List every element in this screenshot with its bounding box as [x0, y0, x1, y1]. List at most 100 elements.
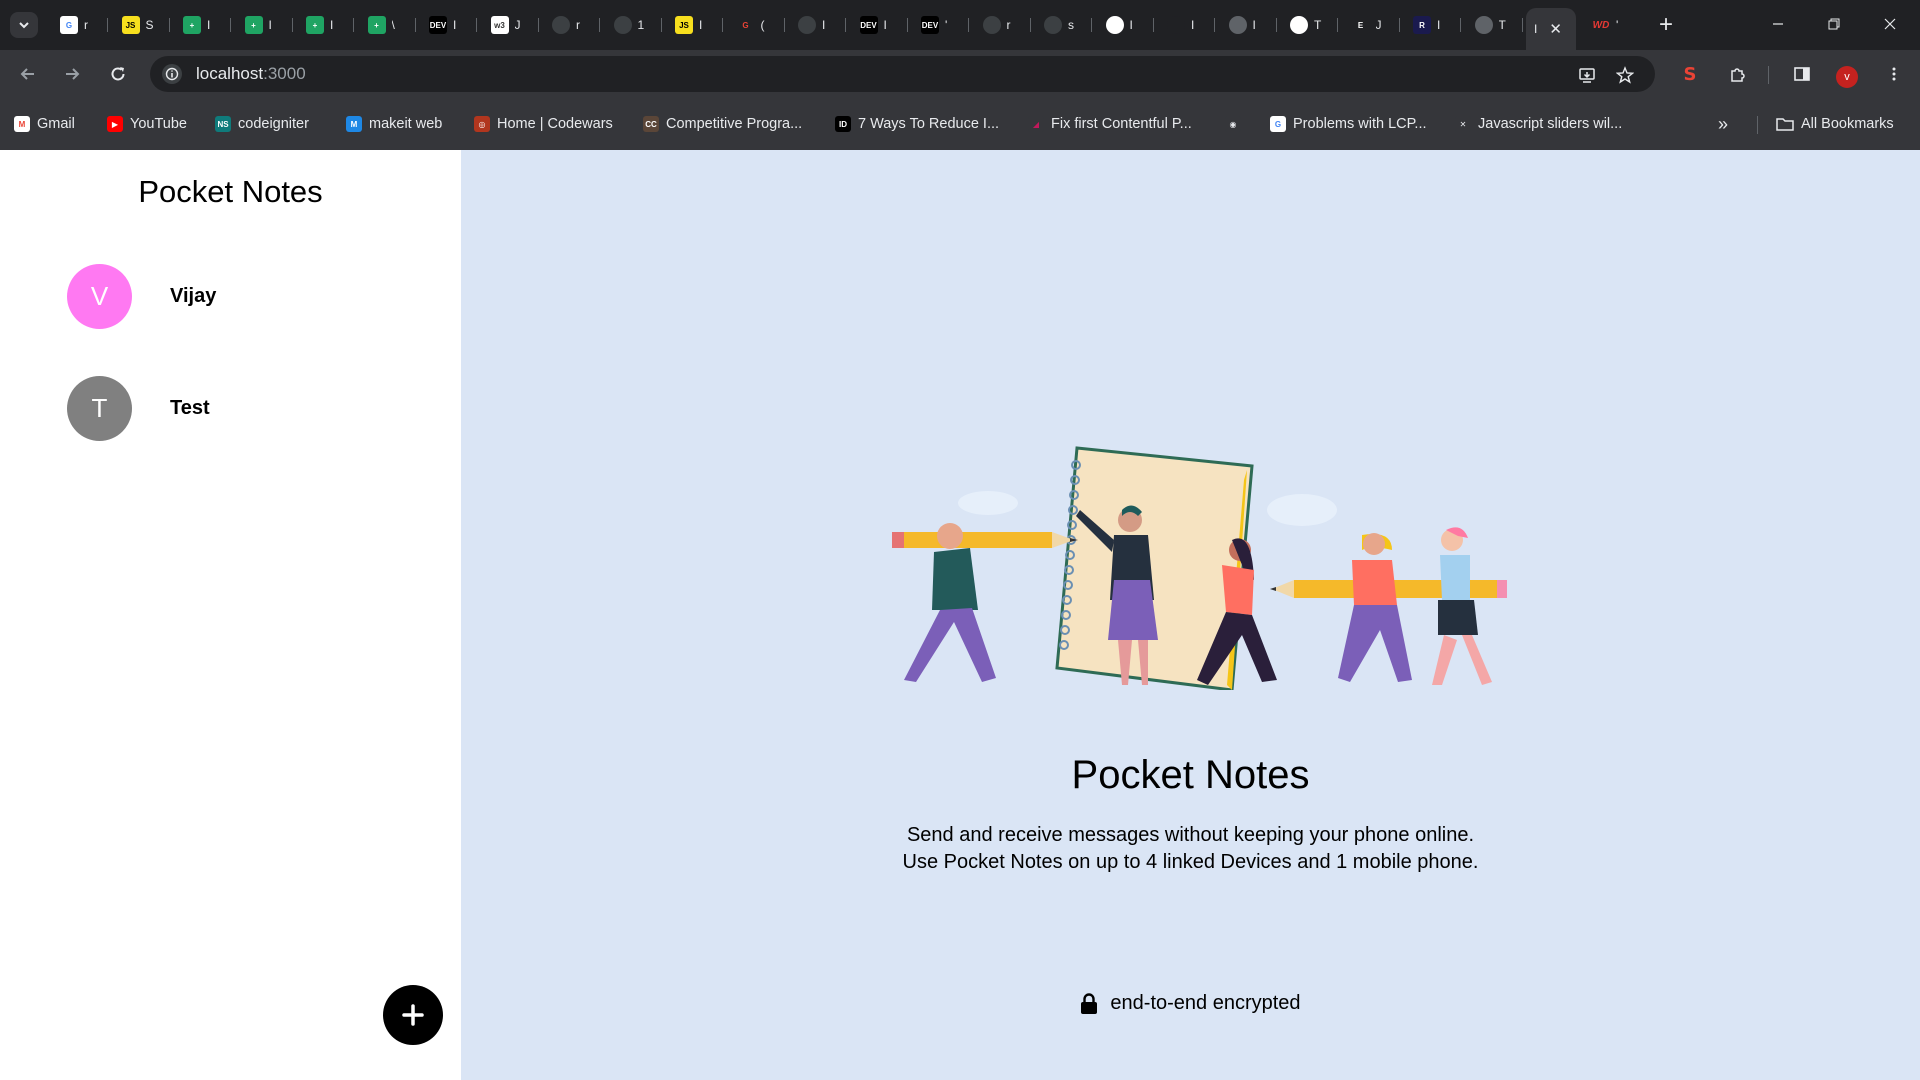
- tab-separator: [1152, 18, 1154, 32]
- tab-favicon-icon: [552, 16, 570, 34]
- tab-title: 1: [637, 18, 645, 32]
- tab-favicon-icon: [1044, 16, 1062, 34]
- close-window-button[interactable]: [1862, 0, 1918, 48]
- browser-tab[interactable]: + I: [237, 12, 293, 38]
- reload-button[interactable]: [104, 60, 132, 88]
- browser-tab[interactable]: + I: [298, 12, 354, 38]
- group-avatar: T: [67, 375, 132, 441]
- add-group-button[interactable]: [383, 985, 443, 1045]
- tab-favicon-icon: JS: [121, 16, 140, 34]
- bookmark-item[interactable]: ◉: [1225, 114, 1241, 134]
- browser-tab[interactable]: r: [975, 12, 1031, 38]
- address-bar[interactable]: localhost:3000: [150, 56, 1655, 92]
- site-info-icon[interactable]: [162, 64, 182, 84]
- tab-favicon-icon: [1105, 16, 1124, 34]
- tab-active[interactable]: I ✕: [1526, 8, 1576, 50]
- bookmark-item[interactable]: M Gmail: [14, 114, 75, 134]
- tab-separator: [414, 18, 416, 32]
- encryption-notice: end-to-end encrypted: [461, 992, 1920, 1015]
- tab-favicon-icon: [1290, 16, 1308, 34]
- browser-tab[interactable]: EJ: [1344, 12, 1400, 38]
- tab-title: s: [1068, 18, 1074, 32]
- youtube-icon: ▶: [107, 116, 123, 132]
- browser-tab[interactable]: I: [1159, 12, 1215, 38]
- all-bookmarks-button[interactable]: All Bookmarks: [1776, 114, 1894, 134]
- tab-title: J: [514, 18, 521, 32]
- speech-bubble-icon: [958, 491, 1018, 515]
- tab-title: T: [1314, 18, 1322, 32]
- extensions-button[interactable]: [1724, 60, 1752, 88]
- tab-title: r: [84, 18, 88, 32]
- group-item-test[interactable]: T Test: [67, 375, 210, 441]
- bookmark-star-icon[interactable]: [1614, 64, 1636, 86]
- arrow-right-icon: [66, 68, 80, 80]
- tab-separator: [1398, 18, 1400, 32]
- install-app-icon[interactable]: [1576, 64, 1598, 86]
- profile-avatar[interactable]: v: [1836, 66, 1858, 88]
- browser-tab[interactable]: + \: [360, 12, 416, 38]
- browser-tab[interactable]: DEV I: [421, 12, 477, 38]
- extension-s-button[interactable]: S: [1676, 60, 1704, 88]
- bookmark-item[interactable]: ◢ Fix first Contentful P...: [1028, 114, 1192, 134]
- tab-separator: [1460, 18, 1461, 32]
- url-text[interactable]: localhost:3000: [196, 64, 306, 84]
- group-name: Vijay: [170, 284, 217, 307]
- bookmark-item[interactable]: ▶ YouTube: [107, 114, 187, 134]
- arrow-left-icon: [20, 68, 34, 80]
- url-port: :3000: [263, 64, 306, 83]
- bookmarks-overflow-button[interactable]: »: [1718, 114, 1728, 135]
- browser-tab[interactable]: r: [544, 12, 600, 38]
- bookmark-item[interactable]: G Problems with LCP...: [1270, 114, 1427, 134]
- codeigniter-icon: NS: [215, 116, 231, 132]
- bookmark-item[interactable]: Mmakeit web: [346, 114, 442, 134]
- bookmark-item[interactable]: ✕ Javascript sliders wil...: [1455, 114, 1622, 134]
- tab-separator: [968, 18, 969, 32]
- xmark-circle-icon: ✕: [1455, 116, 1471, 132]
- tab-separator: [660, 18, 662, 32]
- browser-tab[interactable]: I: [1098, 12, 1154, 38]
- browser-tab[interactable]: 1: [606, 12, 662, 38]
- browser-tab[interactable]: w3 J: [483, 12, 539, 38]
- tab-search-button[interactable]: [10, 12, 38, 38]
- group-item-vijay[interactable]: V Vijay: [67, 263, 216, 329]
- browser-tab[interactable]: DEV ': [913, 12, 969, 38]
- forward-button[interactable]: [58, 60, 86, 88]
- side-panel-button[interactable]: [1788, 60, 1816, 88]
- new-tab-button[interactable]: +: [1652, 11, 1680, 38]
- restore-button[interactable]: [1806, 0, 1862, 48]
- back-button[interactable]: [14, 60, 42, 88]
- browser-tab[interactable]: T: [1467, 12, 1523, 38]
- browser-tab[interactable]: JS S: [114, 12, 170, 38]
- bookmark-item[interactable]: NS codeigniter: [215, 114, 309, 134]
- bookmark-label: Javascript sliders wil...: [1478, 116, 1623, 132]
- speech-bubble-icon: [1267, 494, 1337, 526]
- folder-icon: [1776, 118, 1794, 131]
- bookmark-item[interactable]: CC Competitive Progra...: [643, 114, 802, 134]
- more-vert-icon: [1892, 67, 1896, 81]
- bookmark-item[interactable]: ◎ Home | Codewars: [474, 114, 613, 134]
- tab-favicon-icon: [1474, 16, 1493, 34]
- tab-extra[interactable]: WD ': [1584, 12, 1640, 38]
- tab-favicon-icon: E: [1351, 16, 1370, 34]
- close-tab-icon[interactable]: ✕: [1549, 20, 1562, 38]
- browser-tab[interactable]: Gr: [52, 12, 108, 38]
- tab-separator: [1214, 18, 1215, 32]
- tab-separator: [599, 18, 600, 32]
- tab-separator: [291, 18, 293, 32]
- browser-tab[interactable]: G(: [729, 12, 785, 38]
- tab-title: I: [268, 18, 272, 32]
- browser-tab[interactable]: + I: [175, 12, 231, 38]
- browser-tab[interactable]: T: [1282, 12, 1338, 38]
- tab-title: ': [945, 18, 948, 32]
- browser-tab[interactable]: RI: [1405, 12, 1461, 38]
- menu-button[interactable]: [1880, 60, 1908, 88]
- browser-tab[interactable]: DEV I: [852, 12, 908, 38]
- tab-favicon-icon: [982, 16, 1001, 34]
- browser-tab[interactable]: I: [1221, 12, 1277, 38]
- browser-tab[interactable]: JS I: [667, 12, 723, 38]
- tab-favicon-icon: G: [60, 16, 78, 34]
- browser-tab[interactable]: I: [790, 12, 846, 38]
- minimize-button[interactable]: [1750, 0, 1806, 48]
- browser-tab[interactable]: s: [1036, 12, 1092, 38]
- bookmark-item[interactable]: ID 7 Ways To Reduce I...: [835, 114, 999, 134]
